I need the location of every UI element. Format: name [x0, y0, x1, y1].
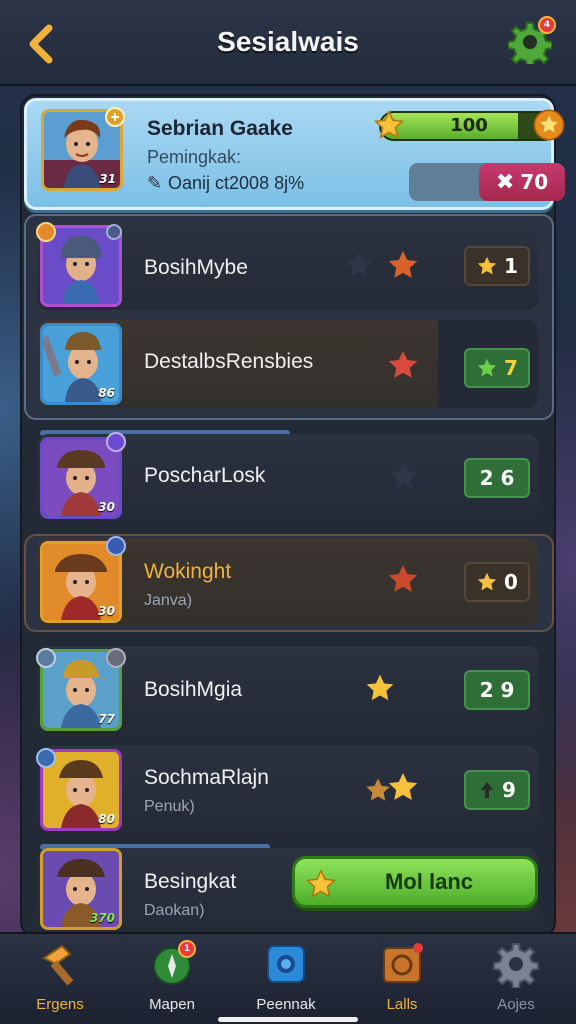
list-item-subtitle: Janva): [144, 592, 193, 609]
score-chip: 7: [464, 348, 530, 388]
star-icon: [373, 109, 405, 139]
score-value: 7: [504, 356, 518, 380]
play-button-label: Mol lanc: [384, 869, 473, 894]
list-item-name: Wokinght: [144, 560, 232, 583]
swords-icon: ✖: [495, 169, 515, 195]
class-badge: [106, 224, 122, 240]
hammer-icon: [42, 944, 74, 986]
nav-label: Peennak: [256, 996, 316, 1013]
list-item[interactable]: 30 PoscharLosk 2 6: [38, 432, 538, 522]
xp-progress-bar: 100: [379, 111, 559, 141]
list-item-level: 80: [98, 812, 115, 826]
star-icon: [346, 252, 372, 277]
arrow-up-icon: [481, 782, 494, 798]
play-button[interactable]: Mol lanc: [292, 856, 538, 908]
home-indicator: [218, 1017, 358, 1022]
list-item-level: 86: [98, 386, 115, 400]
star-icon: [477, 572, 497, 591]
player-stat: ✎ Oanij ct2008 8j%: [147, 173, 304, 194]
settings-button[interactable]: 4: [507, 16, 556, 68]
score-value: 2 6: [479, 466, 515, 490]
chevron-left-icon: [29, 24, 53, 64]
list-item[interactable]: 86 DestalbsRensbies 7: [38, 320, 538, 408]
score-chip: 0: [464, 562, 530, 602]
avatar: 370: [40, 848, 122, 930]
rank-badge: [36, 748, 56, 768]
nav-label: Ergens: [36, 996, 84, 1013]
class-badge: [106, 432, 126, 452]
score-chip: 9: [464, 770, 530, 810]
player-subtitle: Pemingkak:: [147, 147, 242, 167]
list-item-name: BosihMgia: [144, 678, 243, 701]
score-chip: 2 6: [464, 458, 530, 498]
list-item[interactable]: 77 BosihMgia 2 9: [36, 646, 538, 734]
nav-item-ergens[interactable]: Ergens: [10, 940, 110, 1020]
star-icon: [477, 256, 497, 275]
list-item-level: 370: [89, 911, 115, 925]
star-icon: [306, 869, 336, 898]
list-item-level: 30: [98, 500, 115, 514]
settings-notification-badge: 4: [538, 16, 556, 34]
list-item-level: 77: [98, 712, 115, 726]
list-item[interactable]: 30 Wokinght Janva) 0: [38, 536, 538, 626]
star-icon: [477, 358, 497, 377]
compass-icon: 1: [148, 940, 196, 988]
square-gem-icon: [267, 945, 305, 983]
nav-notification-badge: 1: [178, 940, 196, 958]
score-chip: 2 9: [464, 670, 530, 710]
player-stat-text: Oanij ct2008 8j%: [168, 173, 305, 193]
score-chip: 1: [464, 246, 530, 286]
star-icon: [366, 674, 394, 701]
top-bar: Sesialwais 4: [0, 0, 576, 86]
list-item-subtitle: Daokan): [144, 902, 205, 919]
nav-label: Aojes: [497, 996, 535, 1013]
nav-label: Lalls: [386, 996, 418, 1013]
energy-meter[interactable]: ✖ 70: [409, 163, 565, 201]
bottom-navigation: Ergens 1 Mapen Peennak Lalls Aojes: [0, 932, 576, 1024]
back-button[interactable]: [22, 22, 62, 66]
player-name: Sebrian Gaake: [147, 117, 293, 140]
class-badge: [106, 536, 126, 556]
score-value: 9: [502, 778, 516, 802]
star-medal-icon: [533, 109, 565, 141]
list-item-name: BosihMybe: [144, 256, 248, 279]
gear-icon: [493, 943, 539, 988]
star-icon: [388, 564, 418, 592]
list-item-name: DestalbsRensbies: [144, 350, 314, 373]
class-badge: [106, 648, 126, 668]
nav-label: Mapen: [149, 996, 195, 1013]
star-icon: [388, 772, 418, 800]
xp-value: 100: [450, 115, 488, 136]
score-value: 2 9: [479, 678, 515, 702]
list-item-name: PoscharLosk: [144, 464, 266, 487]
nav-item-peennak[interactable]: Peennak: [236, 940, 336, 1020]
list-item[interactable]: BosihMybe 1: [36, 222, 538, 310]
star-icon: [388, 350, 418, 378]
energy-value: 70: [520, 170, 549, 194]
edit-icon: ✎: [147, 173, 163, 193]
rank-badge: [36, 648, 56, 668]
list-item-name: SochmaRlajn: [144, 766, 269, 789]
player-level: 31: [99, 172, 116, 186]
rank-badge: [36, 222, 56, 242]
page-title: Sesialwais: [217, 26, 359, 57]
energy-chip: ✖ 70: [479, 163, 565, 201]
list-item-level: 30: [98, 604, 115, 618]
score-value: 1: [504, 254, 518, 278]
player-card[interactable]: 31 Sebrian Gaake Pemingkak: ✎ Oanij ct20…: [24, 98, 565, 210]
player-rank-badge: [105, 107, 125, 127]
list-item-subtitle: Penuk): [144, 798, 195, 815]
nav-item-aojes[interactable]: Aojes: [466, 940, 566, 1020]
scroll-icon: [383, 943, 423, 983]
nav-item-lalls[interactable]: Lalls: [352, 940, 452, 1020]
avatar: 86: [40, 323, 122, 405]
star-icon: [390, 462, 418, 489]
nav-item-mapen[interactable]: 1 Mapen: [122, 940, 222, 1020]
score-value: 0: [504, 570, 518, 594]
list-item-name: Besingkat: [144, 870, 237, 893]
star-icon: [388, 250, 418, 278]
list-item[interactable]: 80 SochmaRlajn Penuk) 9: [36, 746, 538, 834]
